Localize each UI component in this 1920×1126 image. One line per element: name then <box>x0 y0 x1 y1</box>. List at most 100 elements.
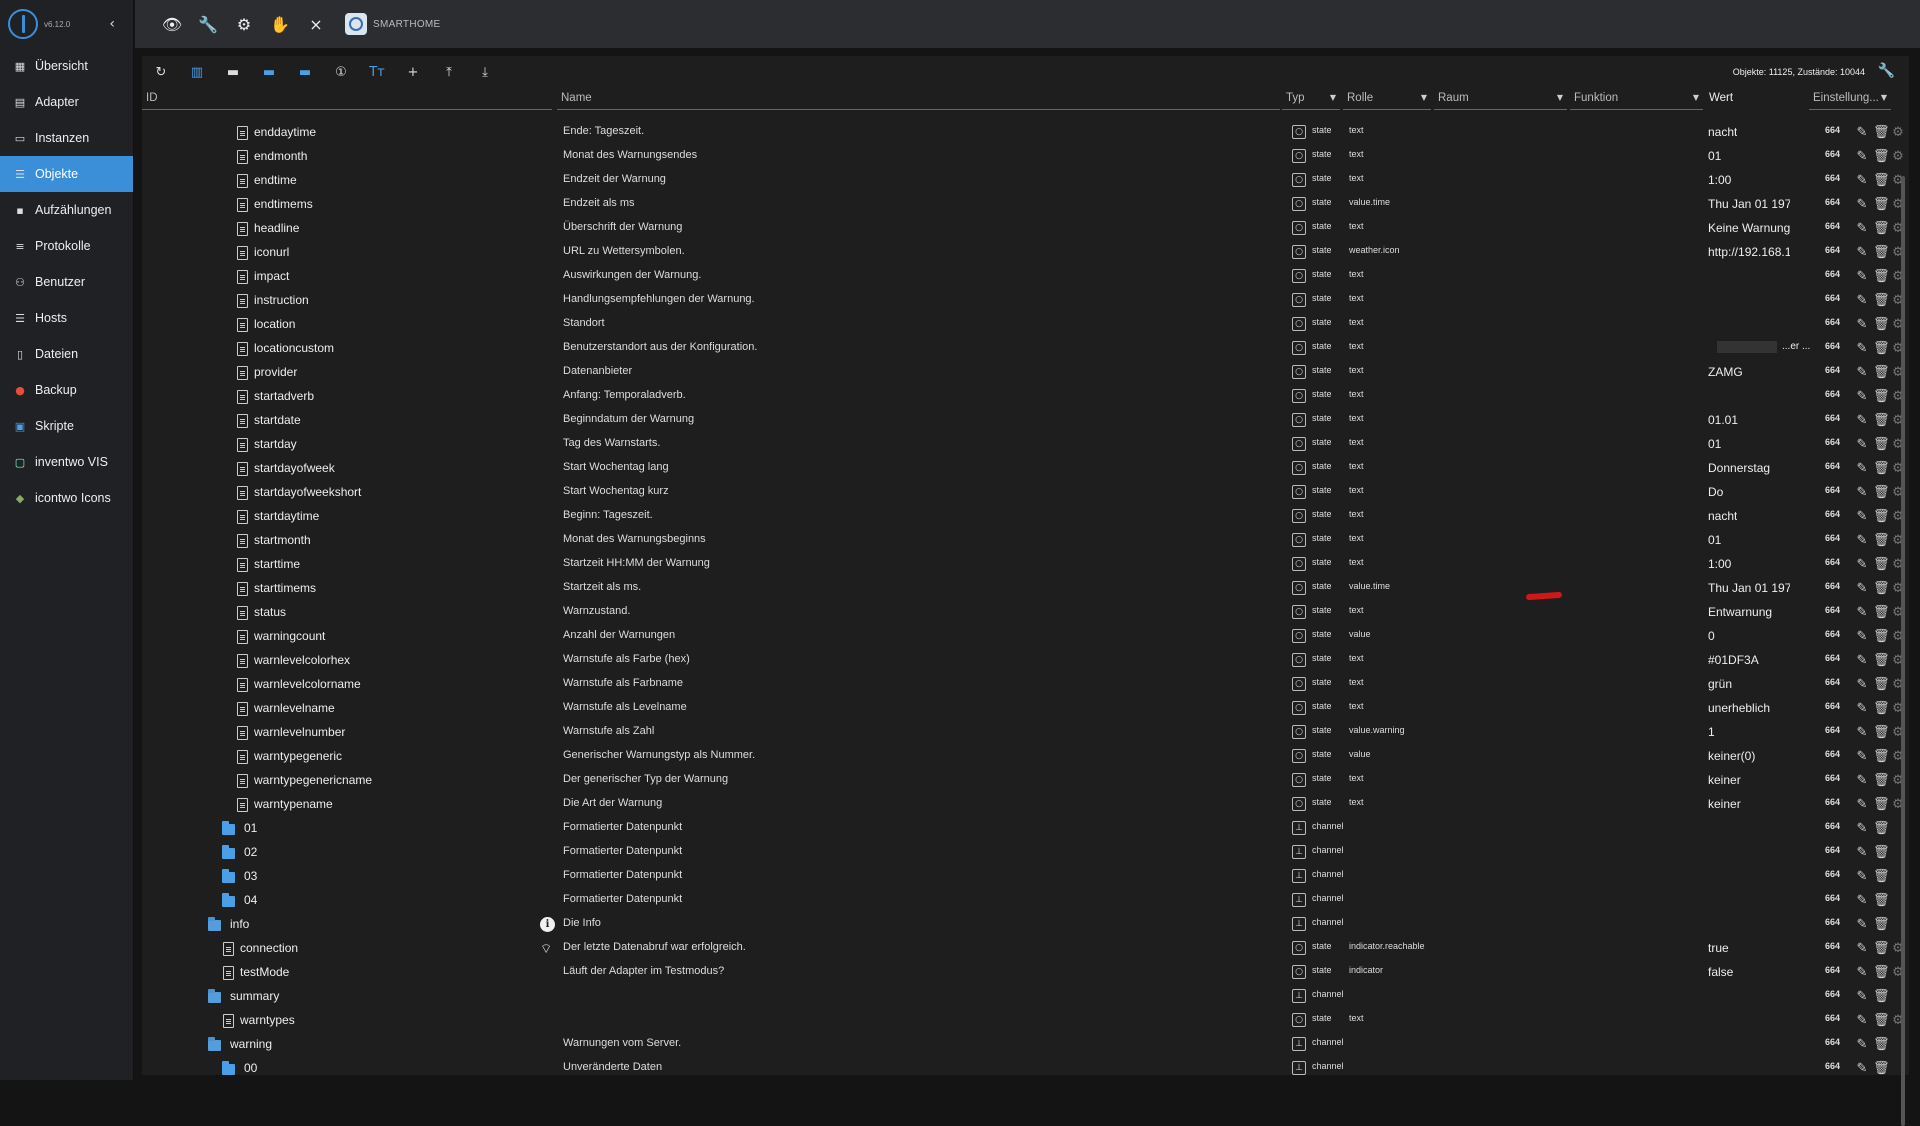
acl-label[interactable]: 664 <box>1825 629 1840 639</box>
folder-icon[interactable] <box>222 1061 235 1075</box>
add-icon[interactable]: + <box>404 63 422 81</box>
object-name[interactable]: Formatierter Datenpunkt <box>563 845 682 857</box>
acl-label[interactable]: 664 <box>1825 989 1840 999</box>
edit-icon[interactable]: ✎ <box>1855 389 1869 404</box>
object-name[interactable]: Warnstufe als Farbe (hex) <box>563 653 690 665</box>
document-icon[interactable] <box>222 1013 235 1028</box>
acl-label[interactable]: 664 <box>1825 893 1840 903</box>
document-icon[interactable] <box>236 773 249 788</box>
text-size-icon[interactable]: Tт <box>368 63 386 81</box>
sidebar-item-dateien[interactable]: ▯Dateien <box>0 336 133 372</box>
table-row[interactable]: impactAuswirkungen der Warnung.○statetex… <box>142 263 1909 287</box>
document-icon[interactable] <box>236 125 249 140</box>
delete-icon[interactable]: 🗑 <box>1873 509 1887 524</box>
object-name[interactable]: Die Info <box>563 917 601 929</box>
acl-label[interactable]: 664 <box>1825 533 1840 543</box>
delete-icon[interactable]: 🗑 <box>1873 845 1887 860</box>
edit-icon[interactable]: ✎ <box>1855 965 1869 980</box>
edit-icon[interactable]: ✎ <box>1855 485 1869 500</box>
edit-icon[interactable]: ✎ <box>1855 677 1869 692</box>
document-icon[interactable] <box>236 701 249 716</box>
collapse-sidebar-icon[interactable]: ‹ <box>109 16 115 32</box>
document-icon[interactable] <box>236 365 249 380</box>
acl-label[interactable]: 664 <box>1825 1013 1840 1023</box>
document-icon[interactable] <box>236 173 249 188</box>
object-name[interactable]: Formatierter Datenpunkt <box>563 893 682 905</box>
acl-label[interactable]: 664 <box>1825 437 1840 447</box>
object-value[interactable]: ZAMG <box>1708 365 1743 379</box>
delete-icon[interactable]: 🗑 <box>1873 725 1887 740</box>
object-name[interactable]: Warnstufe als Farbname <box>563 677 683 689</box>
delete-icon[interactable]: 🗑 <box>1873 533 1887 548</box>
table-row[interactable]: endmonthMonat des Warnungsendes○statetex… <box>142 143 1909 167</box>
object-name[interactable]: Ende: Tageszeit. <box>563 125 644 137</box>
edit-icon[interactable]: ✎ <box>1855 557 1869 572</box>
delete-icon[interactable]: 🗑 <box>1873 749 1887 764</box>
acl-label[interactable]: 664 <box>1825 749 1840 759</box>
acl-label[interactable]: 664 <box>1825 965 1840 975</box>
header-funktion[interactable]: Funktion▼ <box>1570 92 1703 110</box>
document-icon[interactable] <box>236 149 249 164</box>
acl-label[interactable]: 664 <box>1825 245 1840 255</box>
acl-label[interactable]: 664 <box>1825 725 1840 735</box>
acl-label[interactable]: 664 <box>1825 173 1840 183</box>
object-value[interactable]: nacht <box>1708 509 1737 523</box>
document-icon[interactable] <box>236 629 249 644</box>
document-icon[interactable] <box>236 389 249 404</box>
edit-icon[interactable]: ✎ <box>1855 893 1869 908</box>
acl-label[interactable]: 664 <box>1825 485 1840 495</box>
table-row[interactable]: warningcountAnzahl der Warnungen○stateva… <box>142 623 1909 647</box>
folder-open-icon[interactable] <box>208 989 221 1004</box>
object-name[interactable]: Der letzte Datenabruf war erfolgreich. <box>563 941 746 953</box>
delete-icon[interactable]: 🗑 <box>1873 653 1887 668</box>
delete-icon[interactable]: 🗑 <box>1873 1013 1887 1028</box>
sidebar-item-aufzählungen[interactable]: ▪Aufzählungen <box>0 192 133 228</box>
object-name[interactable]: Monat des Warnungsendes <box>563 149 697 161</box>
table-row[interactable]: warningWarnungen vom Server.⊥channel664✎… <box>142 1031 1909 1055</box>
table-row[interactable]: 04Formatierter Datenpunkt⊥channel664✎🗑 <box>142 887 1909 911</box>
object-value[interactable]: 1 <box>1708 725 1715 739</box>
document-icon[interactable] <box>236 437 249 452</box>
table-row[interactable]: warntypegenericGenerischer Warnungstyp a… <box>142 743 1909 767</box>
delete-icon[interactable]: 🗑 <box>1873 125 1887 140</box>
eye-icon[interactable]: 👁 <box>163 15 181 33</box>
edit-icon[interactable]: ✎ <box>1855 317 1869 332</box>
object-value[interactable]: false <box>1708 965 1733 979</box>
edit-icon[interactable]: ✎ <box>1855 533 1869 548</box>
document-icon[interactable] <box>222 941 235 956</box>
acl-label[interactable]: 664 <box>1825 845 1840 855</box>
object-name[interactable]: Tag des Warnstarts. <box>563 437 660 449</box>
delete-icon[interactable]: 🗑 <box>1873 341 1887 356</box>
table-row[interactable]: starttimemsStartzeit als ms.○statevalue.… <box>142 575 1909 599</box>
acl-label[interactable]: 664 <box>1825 821 1840 831</box>
acl-label[interactable]: 664 <box>1825 677 1840 687</box>
document-icon[interactable] <box>236 533 249 548</box>
acl-label[interactable]: 664 <box>1825 221 1840 231</box>
document-icon[interactable] <box>236 653 249 668</box>
object-name[interactable]: Startzeit HH:MM der Warnung <box>563 557 710 569</box>
edit-icon[interactable]: ✎ <box>1855 629 1869 644</box>
object-name[interactable]: Start Wochentag kurz <box>563 485 669 497</box>
acl-label[interactable]: 664 <box>1825 461 1840 471</box>
delete-icon[interactable]: 🗑 <box>1873 605 1887 620</box>
object-name[interactable]: Benutzerstandort aus der Konfiguration. <box>563 341 757 353</box>
edit-icon[interactable]: ✎ <box>1855 269 1869 284</box>
acl-label[interactable]: 664 <box>1825 293 1840 303</box>
delete-icon[interactable]: 🗑 <box>1873 869 1887 884</box>
object-name[interactable]: Endzeit als ms <box>563 197 635 209</box>
object-value[interactable]: keiner <box>1708 797 1741 811</box>
table-row[interactable]: endtimemsEndzeit als ms○statevalue.timeT… <box>142 191 1909 215</box>
acl-label[interactable]: 664 <box>1825 197 1840 207</box>
acl-label[interactable]: 664 <box>1825 341 1840 351</box>
table-row[interactable]: headlineÜberschrift der Warnung○statetex… <box>142 215 1909 239</box>
acl-label[interactable]: 664 <box>1825 605 1840 615</box>
object-name[interactable]: URL zu Wettersymbolen. <box>563 245 685 257</box>
document-icon[interactable] <box>222 965 235 980</box>
acl-label[interactable]: 664 <box>1825 581 1840 591</box>
edit-icon[interactable]: ✎ <box>1855 125 1869 140</box>
table-row[interactable]: 00Unveränderte Daten⊥channel664✎🗑 <box>142 1055 1909 1075</box>
delete-icon[interactable]: 🗑 <box>1873 989 1887 1004</box>
document-icon[interactable] <box>236 581 249 596</box>
acl-label[interactable]: 664 <box>1825 509 1840 519</box>
sidebar-item-backup[interactable]: ●Backup <box>0 372 133 408</box>
